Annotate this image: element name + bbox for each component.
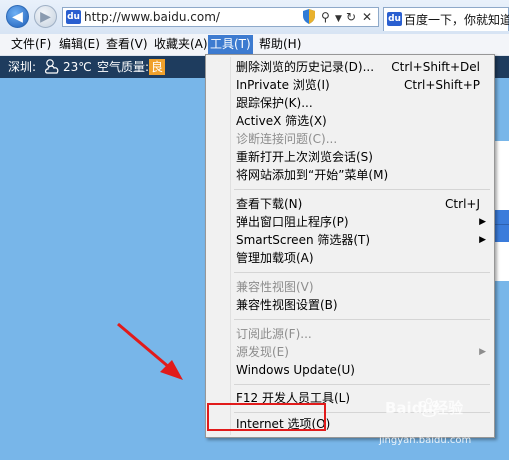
- menu-bar: 文件(F) 编辑(E) 查看(V) 收藏夹(A) 工具(T) 帮助(H): [0, 34, 509, 56]
- menu-item-add-to-start[interactable]: 将网站添加到“开始”菜单(M): [208, 166, 492, 184]
- menu-item-reopen-session[interactable]: 重新打开上次浏览会话(S): [208, 148, 492, 166]
- baidu-favicon-icon: du: [387, 12, 402, 26]
- dropdown-arrow-icon[interactable]: ▼: [335, 12, 342, 26]
- tab-baidu[interactable]: du 百度一下，你就知道: [383, 7, 509, 31]
- menu-separator: [234, 319, 490, 320]
- tools-menu-dropdown: 删除浏览的历史记录(D)... Ctrl+Shift+Del InPrivate…: [205, 54, 495, 438]
- menu-item-diagnose-connection: 诊断连接问题(C)...: [236, 132, 338, 146]
- menu-separator: [234, 272, 490, 273]
- menu-item-view-downloads[interactable]: 查看下载(N) Ctrl+J: [208, 195, 492, 213]
- address-bar[interactable]: du http://www.baidu.com/ ⚲ ▼ ↻ ✕: [62, 7, 379, 27]
- submenu-arrow-icon: ▶: [479, 235, 486, 245]
- weather-cloud-icon: [44, 58, 60, 79]
- watermark-brand: Baidu经验: [385, 399, 464, 417]
- menu-view[interactable]: 查看(V): [104, 36, 150, 53]
- air-quality-label: 空气质量:: [97, 60, 150, 74]
- submenu-arrow-icon: ▶: [479, 217, 486, 227]
- navigation-bar: ◀ ▶ du http://www.baidu.com/ ⚲ ▼ ↻ ✕ du …: [0, 0, 509, 35]
- address-url[interactable]: http://www.baidu.com/: [84, 10, 220, 24]
- air-quality-badge: 良: [149, 59, 166, 75]
- forward-button[interactable]: ▶: [34, 5, 57, 28]
- back-button[interactable]: ◀: [6, 5, 29, 28]
- menu-separator: [234, 189, 490, 190]
- compatibility-shield-icon[interactable]: [303, 9, 315, 24]
- browser-window: ◀ ▶ du http://www.baidu.com/ ⚲ ▼ ↻ ✕ du …: [0, 0, 509, 460]
- tab-title: 百度一下，你就知道: [404, 13, 509, 27]
- menu-item-delete-history[interactable]: 删除浏览的历史记录(D)... Ctrl+Shift+Del: [208, 58, 492, 76]
- menu-item-compatibility-settings[interactable]: 兼容性视图设置(B): [208, 296, 492, 314]
- menu-item-feed-discovery: 源发现(E) ▶: [236, 345, 486, 359]
- menu-file[interactable]: 文件(F): [9, 36, 53, 53]
- refresh-icon[interactable]: ↻: [346, 10, 356, 24]
- menu-item-popup-blocker[interactable]: 弹出窗口阻止程序(P) ▶: [208, 213, 492, 231]
- weather-city: 深圳:: [8, 60, 37, 74]
- menu-item-compatibility-view: 兼容性视图(V): [236, 280, 314, 294]
- menu-item-windows-update[interactable]: Windows Update(U): [208, 361, 492, 379]
- menu-item-activex-filtering[interactable]: ActiveX 筛选(X): [208, 112, 492, 130]
- highlight-box: [207, 403, 326, 431]
- menu-item-inprivate[interactable]: InPrivate 浏览(I) Ctrl+Shift+P: [208, 76, 492, 94]
- menu-edit[interactable]: 编辑(E): [57, 36, 102, 53]
- annotation-arrow: [117, 322, 183, 380]
- arrow-left-icon: ◀: [12, 8, 23, 25]
- menu-item-tracking-protection[interactable]: 跟踪保护(K)...: [208, 94, 492, 112]
- menu-help[interactable]: 帮助(H): [257, 36, 303, 53]
- menu-tools[interactable]: 工具(T): [208, 35, 253, 54]
- search-icon[interactable]: ⚲: [321, 10, 330, 24]
- menu-item-subscribe-feed: 订阅此源(F)...: [236, 327, 312, 341]
- weather-temperature: 23℃: [63, 60, 92, 74]
- arrow-right-icon: ▶: [40, 8, 51, 25]
- submenu-arrow-icon: ▶: [479, 347, 486, 357]
- baidu-favicon-icon: du: [66, 10, 81, 24]
- watermark-url: jingyan.baidu.com: [379, 435, 472, 446]
- stop-icon[interactable]: ✕: [362, 10, 372, 24]
- menu-favorites[interactable]: 收藏夹(A): [152, 36, 210, 53]
- menu-item-smartscreen[interactable]: SmartScreen 筛选器(T) ▶: [208, 231, 492, 249]
- menu-separator: [234, 384, 490, 385]
- menu-item-manage-addons[interactable]: 管理加载项(A): [208, 249, 492, 267]
